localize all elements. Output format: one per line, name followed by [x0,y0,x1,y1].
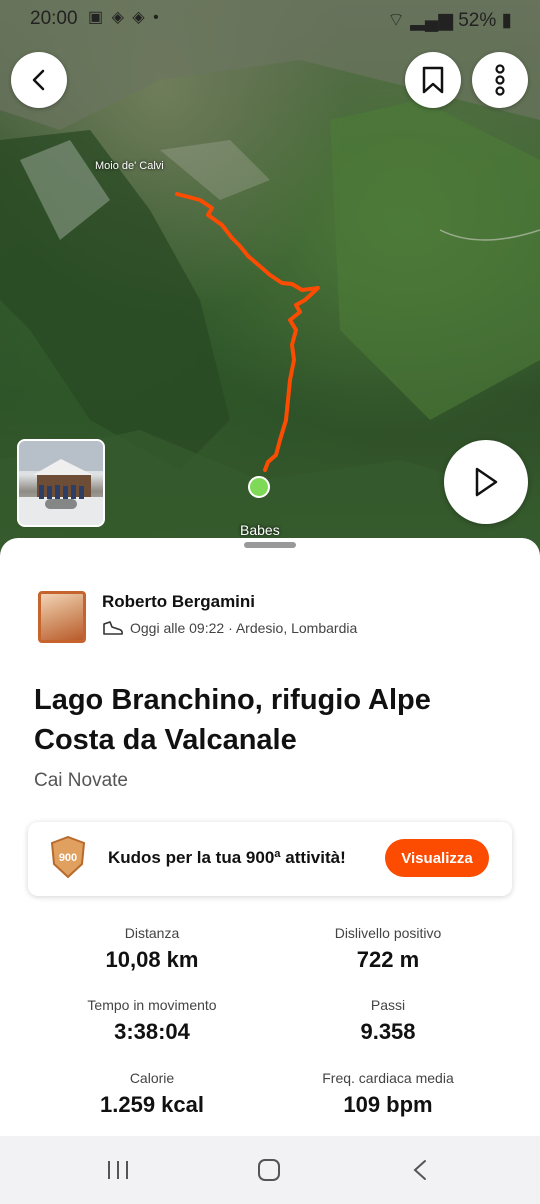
status-bar: 20:00 ▣ ◈ ◈ • ⌔ ▂▄▆ 52% ▮ [0,0,540,36]
start-marker [248,476,270,498]
stat-heart-rate: Freq. cardiaca media 109 bpm [268,1070,508,1118]
stat-label: Passi [370,997,406,1013]
stat-label: Tempo in movimento [87,997,217,1013]
back-nav-icon[interactable] [411,1159,429,1181]
more-vertical-icon [495,64,505,96]
stat-elevation: Dislivello positivo 722 m [268,925,508,973]
bookmark-icon [422,66,444,94]
back-button[interactable] [11,52,67,108]
stat-value: 3:38:04 [114,1019,190,1044]
wifi-icon: ⌔ [387,10,405,31]
map-label-top: Moio de' Calvi [95,160,164,172]
status-right: ⌔ ▂▄▆ 52% ▮ [387,8,512,32]
stat-steps: Passi 9.358 [268,997,508,1045]
battery-level: 52% [458,10,497,31]
kudos-text: Kudos per la tua 900ª attività! [108,848,346,867]
milestone-badge: 900 [50,835,86,879]
stat-value: 109 bpm [343,1092,433,1117]
play-icon [475,467,498,497]
stat-moving-time: Tempo in movimento 3:38:04 [32,997,272,1045]
badge-number: 900 [59,852,77,864]
more-options-button[interactable] [472,52,528,108]
stat-label: Freq. cardiaca media [322,1070,454,1086]
stat-distance: Distanza 10,08 km [32,925,272,973]
stat-label: Calorie [129,1070,175,1086]
chevron-left-icon [32,69,45,91]
stat-calories: Calorie 1.259 kcal [32,1070,272,1118]
stat-value: 1.259 kcal [100,1092,204,1117]
notification-icons: ▣ ◈ ◈ • [88,9,161,26]
map-label-bottom: Babes [240,522,280,538]
status-time: 20:00 [30,8,78,29]
activity-title: Lago Branchino, rifugio Alpe Costa da Va… [34,684,431,756]
stat-value: 722 m [356,947,420,972]
activity-meta: Oggi alle 09:22 · Ardesio, Lombardia [102,620,357,636]
photo-image [19,441,103,525]
stat-label: Distanza [124,925,180,941]
recent-apps-icon[interactable] [106,1160,130,1180]
home-icon[interactable] [257,1159,281,1181]
system-nav-bar [0,1136,540,1204]
sheet-drag-handle[interactable] [244,542,296,548]
bookmark-button[interactable] [405,52,461,108]
avatar[interactable] [38,591,86,643]
hiking-shoe-icon [103,621,123,635]
stat-value: 10,08 km [105,947,199,972]
play-flyover-button[interactable] [444,440,528,524]
activity-meta-text: Oggi alle 09:22 · Ardesio, Lombardia [130,620,358,636]
activity-group: Cai Novate [34,770,128,791]
battery-icon: ▮ [501,10,512,31]
activity-photo-thumbnail[interactable] [17,439,105,527]
kudos-card: 900 Kudos per la tua 900ª attività! Visu… [28,822,512,896]
signal-icon: ▂▄▆ [410,10,453,31]
athlete-name[interactable]: Roberto Bergamini [102,592,255,612]
badge-shield-icon: 900 [50,835,86,879]
view-kudos-button[interactable]: Visualizza [385,839,489,877]
stat-label: Dislivello positivo [334,925,442,941]
stat-value: 9.358 [360,1019,416,1044]
